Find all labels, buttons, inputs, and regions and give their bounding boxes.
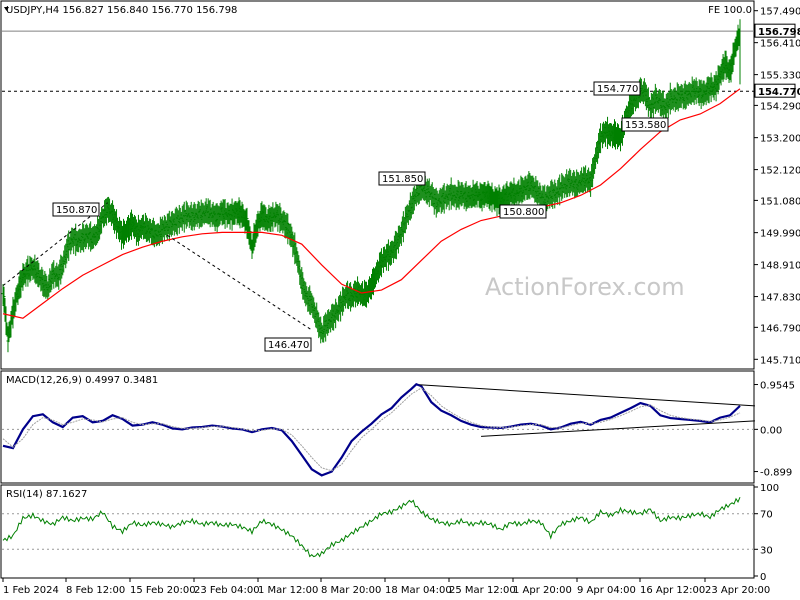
watermark: ActionForex.com (485, 273, 685, 301)
macd-label: MACD(12,26,9) 0.4997 0.3481 (6, 375, 158, 386)
macd-trend-line (481, 420, 755, 437)
price-tick-label: 145.710 (760, 355, 800, 366)
price-tick-label: 148.910 (760, 261, 800, 272)
price-annotation-label: 153.580 (625, 120, 666, 131)
price-tick-label: 154.290 (760, 101, 800, 112)
fe-level-price-badge-text: 154.770 (758, 87, 800, 98)
rsi-line (2, 496, 741, 558)
price-panel-frame (0, 0, 755, 370)
macd-tick-label: 0.9545 (760, 381, 795, 392)
time-tick-label: 23 Feb 04:00 (194, 585, 260, 596)
price-annotation-label: 150.870 (56, 205, 97, 216)
price-tick-label: 157.490 (760, 7, 800, 18)
time-tick-label: 25 Mar 12:00 (449, 585, 516, 596)
time-tick-label: 18 Mar 04:00 (385, 585, 452, 596)
time-tick-label: 1 Feb 2024 (3, 585, 59, 596)
time-tick-label: 15 Feb 20:00 (130, 585, 196, 596)
price-tick-label: 146.790 (760, 323, 800, 334)
rsi-tick-label: 100 (760, 483, 779, 494)
time-tick-label: 1 Mar 12:00 (258, 585, 318, 596)
price-tick-label: 149.990 (760, 229, 800, 240)
time-tick-label: 9 Apr 04:00 (577, 585, 636, 596)
price-tick-label: 147.830 (760, 293, 800, 304)
rsi-panel-frame (0, 484, 755, 579)
price-trend-line (167, 234, 313, 331)
price-annotation-label: 146.470 (268, 340, 309, 351)
macd-trend-line (419, 384, 755, 407)
price-tick-label: 151.080 (760, 196, 800, 207)
price-annotation-label: 150.800 (503, 207, 544, 218)
current-price-badge-text: 156.798 (758, 27, 800, 38)
rsi-tick-label: 0 (760, 572, 766, 583)
chart-canvas: USDJPY,H4 156.827 156.840 156.770 156.79… (0, 0, 800, 596)
time-tick-label: 8 Feb 12:00 (66, 585, 125, 596)
time-tick-label: 8 Mar 20:00 (321, 585, 381, 596)
price-annotation-label: 154.770 (597, 84, 638, 95)
price-annotation-label: 151.850 (382, 174, 423, 185)
fe-label: FE 100.0 (708, 5, 752, 16)
macd-tick-label: 0.00 (760, 425, 782, 436)
rsi-label: RSI(14) 87.1627 (6, 489, 87, 500)
time-tick-label: 1 Apr 20:00 (513, 585, 572, 596)
rsi-tick-label: 30 (760, 545, 773, 556)
symbol-info: USDJPY,H4 156.827 156.840 156.770 156.79… (6, 5, 237, 16)
price-tick-label: 152.120 (760, 166, 800, 177)
price-tick-label: 156.410 (760, 39, 800, 50)
time-tick-label: 23 Apr 20:00 (705, 585, 770, 596)
macd-tick-label: -0.899 (760, 468, 792, 479)
price-tick-label: 155.330 (760, 71, 800, 82)
rsi-tick-label: 70 (760, 510, 773, 521)
price-tick-label: 153.200 (760, 134, 800, 145)
time-tick-label: 16 Apr 12:00 (640, 585, 705, 596)
